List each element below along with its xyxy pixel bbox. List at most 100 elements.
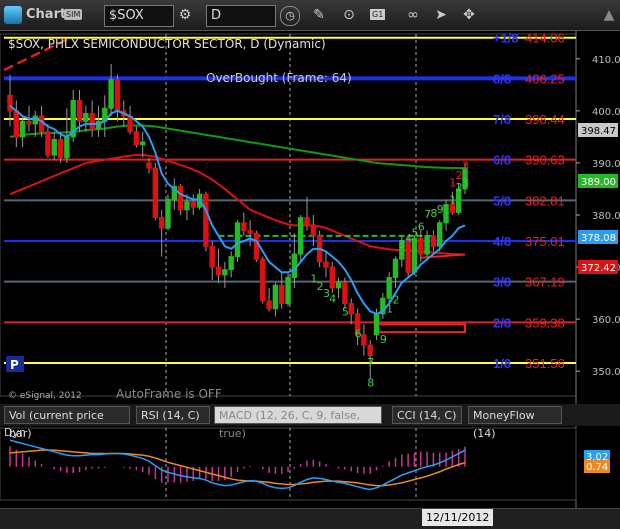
candle-body bbox=[373, 313, 380, 336]
sim-badge: SIM bbox=[64, 9, 83, 20]
count-label: 9 bbox=[380, 333, 387, 346]
candle-body bbox=[203, 193, 209, 247]
candle-body bbox=[437, 222, 443, 247]
count-label: 8 bbox=[367, 377, 374, 390]
candle-body bbox=[291, 253, 298, 278]
murrey-label: 6/8 bbox=[493, 153, 511, 168]
candle-body bbox=[411, 237, 418, 273]
price-badge-text: 398.47 bbox=[581, 126, 616, 137]
price-tick-label: 410.00 bbox=[592, 55, 620, 66]
candle-body bbox=[146, 162, 152, 169]
symbol-input[interactable]: $SOX bbox=[104, 5, 174, 27]
candle-body bbox=[83, 112, 89, 122]
tab-volume[interactable]: Vol (current price bar) bbox=[4, 406, 130, 440]
chart-header-text: $SOX, PHLX SEMICONDUCTOR SECTOR, D (Dyna… bbox=[8, 37, 326, 51]
interval-input[interactable]: D bbox=[206, 5, 276, 27]
count-label: 4 bbox=[329, 292, 336, 305]
candle-body bbox=[19, 120, 26, 138]
scroll-up-icon[interactable]: ▲ bbox=[600, 6, 618, 24]
murrey-label: 1/8 bbox=[493, 356, 511, 371]
candle-body bbox=[424, 235, 430, 255]
candle-body bbox=[215, 266, 222, 276]
chart-area[interactable]: 350.00360.00370.00380.00390.00400.00410.… bbox=[0, 30, 620, 508]
pencil-icon[interactable]: ✎ bbox=[310, 6, 328, 24]
candle-body bbox=[386, 276, 392, 299]
candle-body bbox=[222, 269, 228, 276]
price-badge-text: 389.00 bbox=[581, 177, 616, 188]
price-tick-label: 400.00 bbox=[592, 107, 620, 118]
overbought-label: OverBought (Frame: 64) bbox=[206, 71, 352, 85]
candle-body bbox=[253, 232, 260, 260]
candle-body bbox=[177, 185, 184, 211]
toolbar: Chart SIM $SOX ⚙ D ◷ ✎ ⊙ G1 ∞ ➤ ✥ ▲ bbox=[0, 0, 620, 31]
murrey-label: 8/8 bbox=[493, 71, 511, 86]
tab-macd[interactable]: MACD (12, 26, C, 9, false, true) bbox=[214, 406, 382, 440]
candle-body bbox=[323, 261, 329, 268]
murrey-value: 382.81 bbox=[525, 193, 565, 208]
current-date-badge: 12/11/2012 bbox=[422, 509, 494, 526]
tab-moneyflow[interactable]: MoneyFlow (14) bbox=[468, 406, 562, 440]
murrey-value: 359.38 bbox=[525, 315, 565, 330]
price-tick-label: 390.00 bbox=[592, 159, 620, 170]
murrey-label: 2/8 bbox=[493, 315, 511, 330]
copyright-label: © eSignal, 2012 bbox=[8, 391, 82, 401]
candle-body bbox=[7, 94, 13, 112]
candle-body bbox=[133, 131, 140, 146]
tools-icon[interactable]: ✥ bbox=[460, 6, 478, 24]
candle-body bbox=[310, 224, 317, 237]
candle-body bbox=[45, 131, 51, 156]
count-label: 3 bbox=[462, 177, 469, 190]
murrey-value: 351.56 bbox=[525, 356, 565, 371]
price-tick-label: 360.00 bbox=[592, 315, 620, 326]
app-icon bbox=[4, 6, 22, 24]
candle-body bbox=[430, 235, 437, 247]
candle-body bbox=[228, 256, 234, 271]
murrey-value: 406.25 bbox=[525, 71, 565, 86]
candle-body bbox=[342, 282, 348, 304]
candle-body bbox=[26, 120, 32, 125]
candle-body bbox=[108, 79, 114, 109]
murrey-value: 414.06 bbox=[525, 31, 565, 46]
count-label: 1 bbox=[449, 193, 456, 206]
price-tick-label: 380.00 bbox=[592, 211, 620, 222]
candle-body bbox=[266, 300, 272, 310]
candle-body bbox=[348, 303, 354, 315]
dyn-label: Dyn bbox=[4, 426, 26, 439]
candle-body bbox=[272, 284, 279, 310]
cursor-icon[interactable]: ➤ bbox=[432, 6, 450, 24]
candle-body bbox=[418, 237, 424, 255]
ticker-button[interactable]: G1 bbox=[370, 9, 386, 20]
count-label: 7 bbox=[367, 356, 374, 369]
count-label: 6 bbox=[355, 328, 362, 341]
settings-icon[interactable]: ⚙ bbox=[176, 6, 194, 24]
candle-body bbox=[51, 139, 57, 156]
candle-body bbox=[13, 110, 20, 138]
candle-body bbox=[76, 99, 83, 122]
candle-body bbox=[335, 282, 342, 289]
indicator-tabs: Vol (current price bar) RSI (14, C) MACD… bbox=[0, 404, 620, 440]
tab-cci[interactable]: CCI (14, C) bbox=[392, 406, 462, 424]
candle-body bbox=[139, 141, 146, 146]
zoom-icon[interactable]: ⊙ bbox=[340, 6, 358, 24]
murrey-label: 7/8 bbox=[493, 112, 511, 127]
candle-body bbox=[57, 139, 64, 159]
candle-body bbox=[158, 217, 165, 229]
murrey-label: +1/8 bbox=[493, 31, 519, 46]
candle-body bbox=[297, 217, 304, 255]
candle-body bbox=[114, 79, 121, 112]
candle-body bbox=[361, 334, 367, 346]
candle-body bbox=[152, 167, 159, 219]
clock-icon[interactable]: ◷ bbox=[280, 6, 300, 26]
count-label: 6 bbox=[418, 220, 425, 233]
tab-rsi[interactable]: RSI (14, C) bbox=[136, 406, 210, 424]
candle-body bbox=[247, 230, 253, 234]
candle-body bbox=[367, 344, 373, 357]
autoframe-label: AutoFrame is OFF bbox=[116, 387, 222, 401]
price-badge-text: 372.42 bbox=[581, 263, 616, 274]
macd-badge-text: 0.74 bbox=[586, 462, 608, 473]
link-icon[interactable]: ∞ bbox=[404, 6, 422, 24]
murrey-value: 398.44 bbox=[525, 112, 565, 127]
date-axis-bar bbox=[0, 508, 620, 529]
count-label: 3 bbox=[462, 160, 469, 173]
count-label: 5 bbox=[342, 305, 349, 318]
